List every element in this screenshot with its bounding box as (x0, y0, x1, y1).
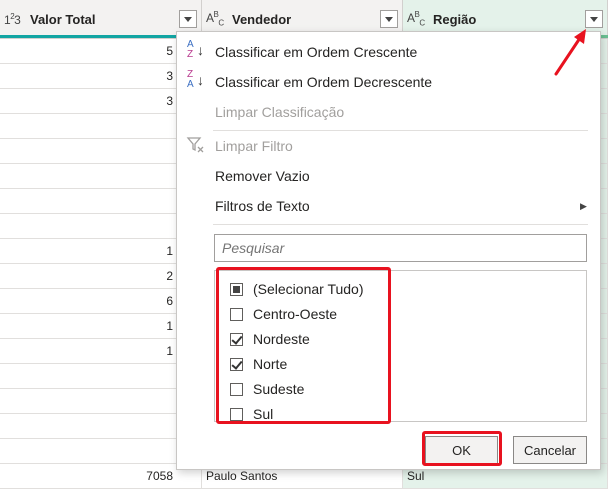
cell-valor-total[interactable]: 1 (0, 314, 202, 338)
menu-separator (213, 224, 588, 225)
menu-label: Limpar Classificação (215, 104, 345, 120)
cell-valor-total[interactable]: 6 (0, 289, 202, 313)
cancel-button[interactable]: Cancelar (513, 436, 587, 464)
menu-label: Limpar Filtro (215, 138, 293, 154)
sort-ascending-icon: A Z ↓ (187, 38, 204, 60)
cell-valor-total[interactable]: 7058 (0, 464, 202, 488)
text-type-icon[interactable]: ABC (407, 10, 433, 27)
menu-label: Filtros de Texto (215, 198, 310, 214)
cell-valor-total[interactable] (0, 114, 202, 138)
clear-filter-item: Limpar Filtro (177, 132, 600, 160)
ok-button-highlight (422, 431, 502, 466)
column-header-valor-total[interactable]: 123 Valor Total (0, 0, 202, 38)
submenu-arrow-icon: ▶ (580, 200, 587, 211)
filter-dropdown-button[interactable] (380, 10, 398, 28)
menu-separator (213, 130, 588, 131)
filter-dropdown-button[interactable] (179, 10, 197, 28)
text-filters-item[interactable]: Filtros de Texto ▶ (177, 192, 600, 220)
remove-empty-item[interactable]: Remover Vazio (177, 162, 600, 190)
cell-valor-total[interactable] (0, 439, 202, 463)
cell-valor-total[interactable] (0, 189, 202, 213)
cell-valor-total[interactable] (0, 139, 202, 163)
annotation-arrow-icon (554, 29, 586, 76)
cell-valor-total[interactable]: 1 (0, 339, 202, 363)
value-list-highlight (216, 267, 391, 424)
cell-valor-total[interactable]: 3 (0, 64, 202, 88)
cell-valor-total[interactable] (0, 364, 202, 388)
column-title: Valor Total (30, 11, 96, 27)
menu-label: Classificar em Ordem Decrescente (215, 74, 433, 90)
menu-label: Classificar em Ordem Crescente (215, 44, 418, 60)
sort-descending-icon: Z A ↓ (187, 68, 204, 90)
menu-label: Remover Vazio (215, 168, 310, 184)
cell-valor-total[interactable] (0, 164, 202, 188)
clear-filter-icon (186, 135, 206, 155)
cell-valor-total[interactable]: 2 (0, 264, 202, 288)
number-type-icon[interactable]: 123 (4, 12, 30, 27)
sort-descending-item[interactable]: Z A ↓ Classificar em Ordem Decrescente (177, 68, 600, 96)
search-input[interactable] (214, 234, 587, 262)
cell-valor-total[interactable] (0, 214, 202, 238)
column-title: Vendedor (232, 11, 292, 27)
cell-valor-total[interactable]: 1 (0, 239, 202, 263)
column-quality-bar (0, 35, 202, 38)
cell-valor-total[interactable]: 3 (0, 89, 202, 113)
sort-ascending-item[interactable]: A Z ↓ Classificar em Ordem Crescente (177, 38, 600, 66)
clear-sort-item: Limpar Classificação (177, 98, 600, 126)
cell-valor-total[interactable] (0, 414, 202, 438)
text-type-icon[interactable]: ABC (206, 10, 232, 27)
cell-valor-total[interactable] (0, 389, 202, 413)
cell-valor-total[interactable]: 5 (0, 39, 202, 63)
